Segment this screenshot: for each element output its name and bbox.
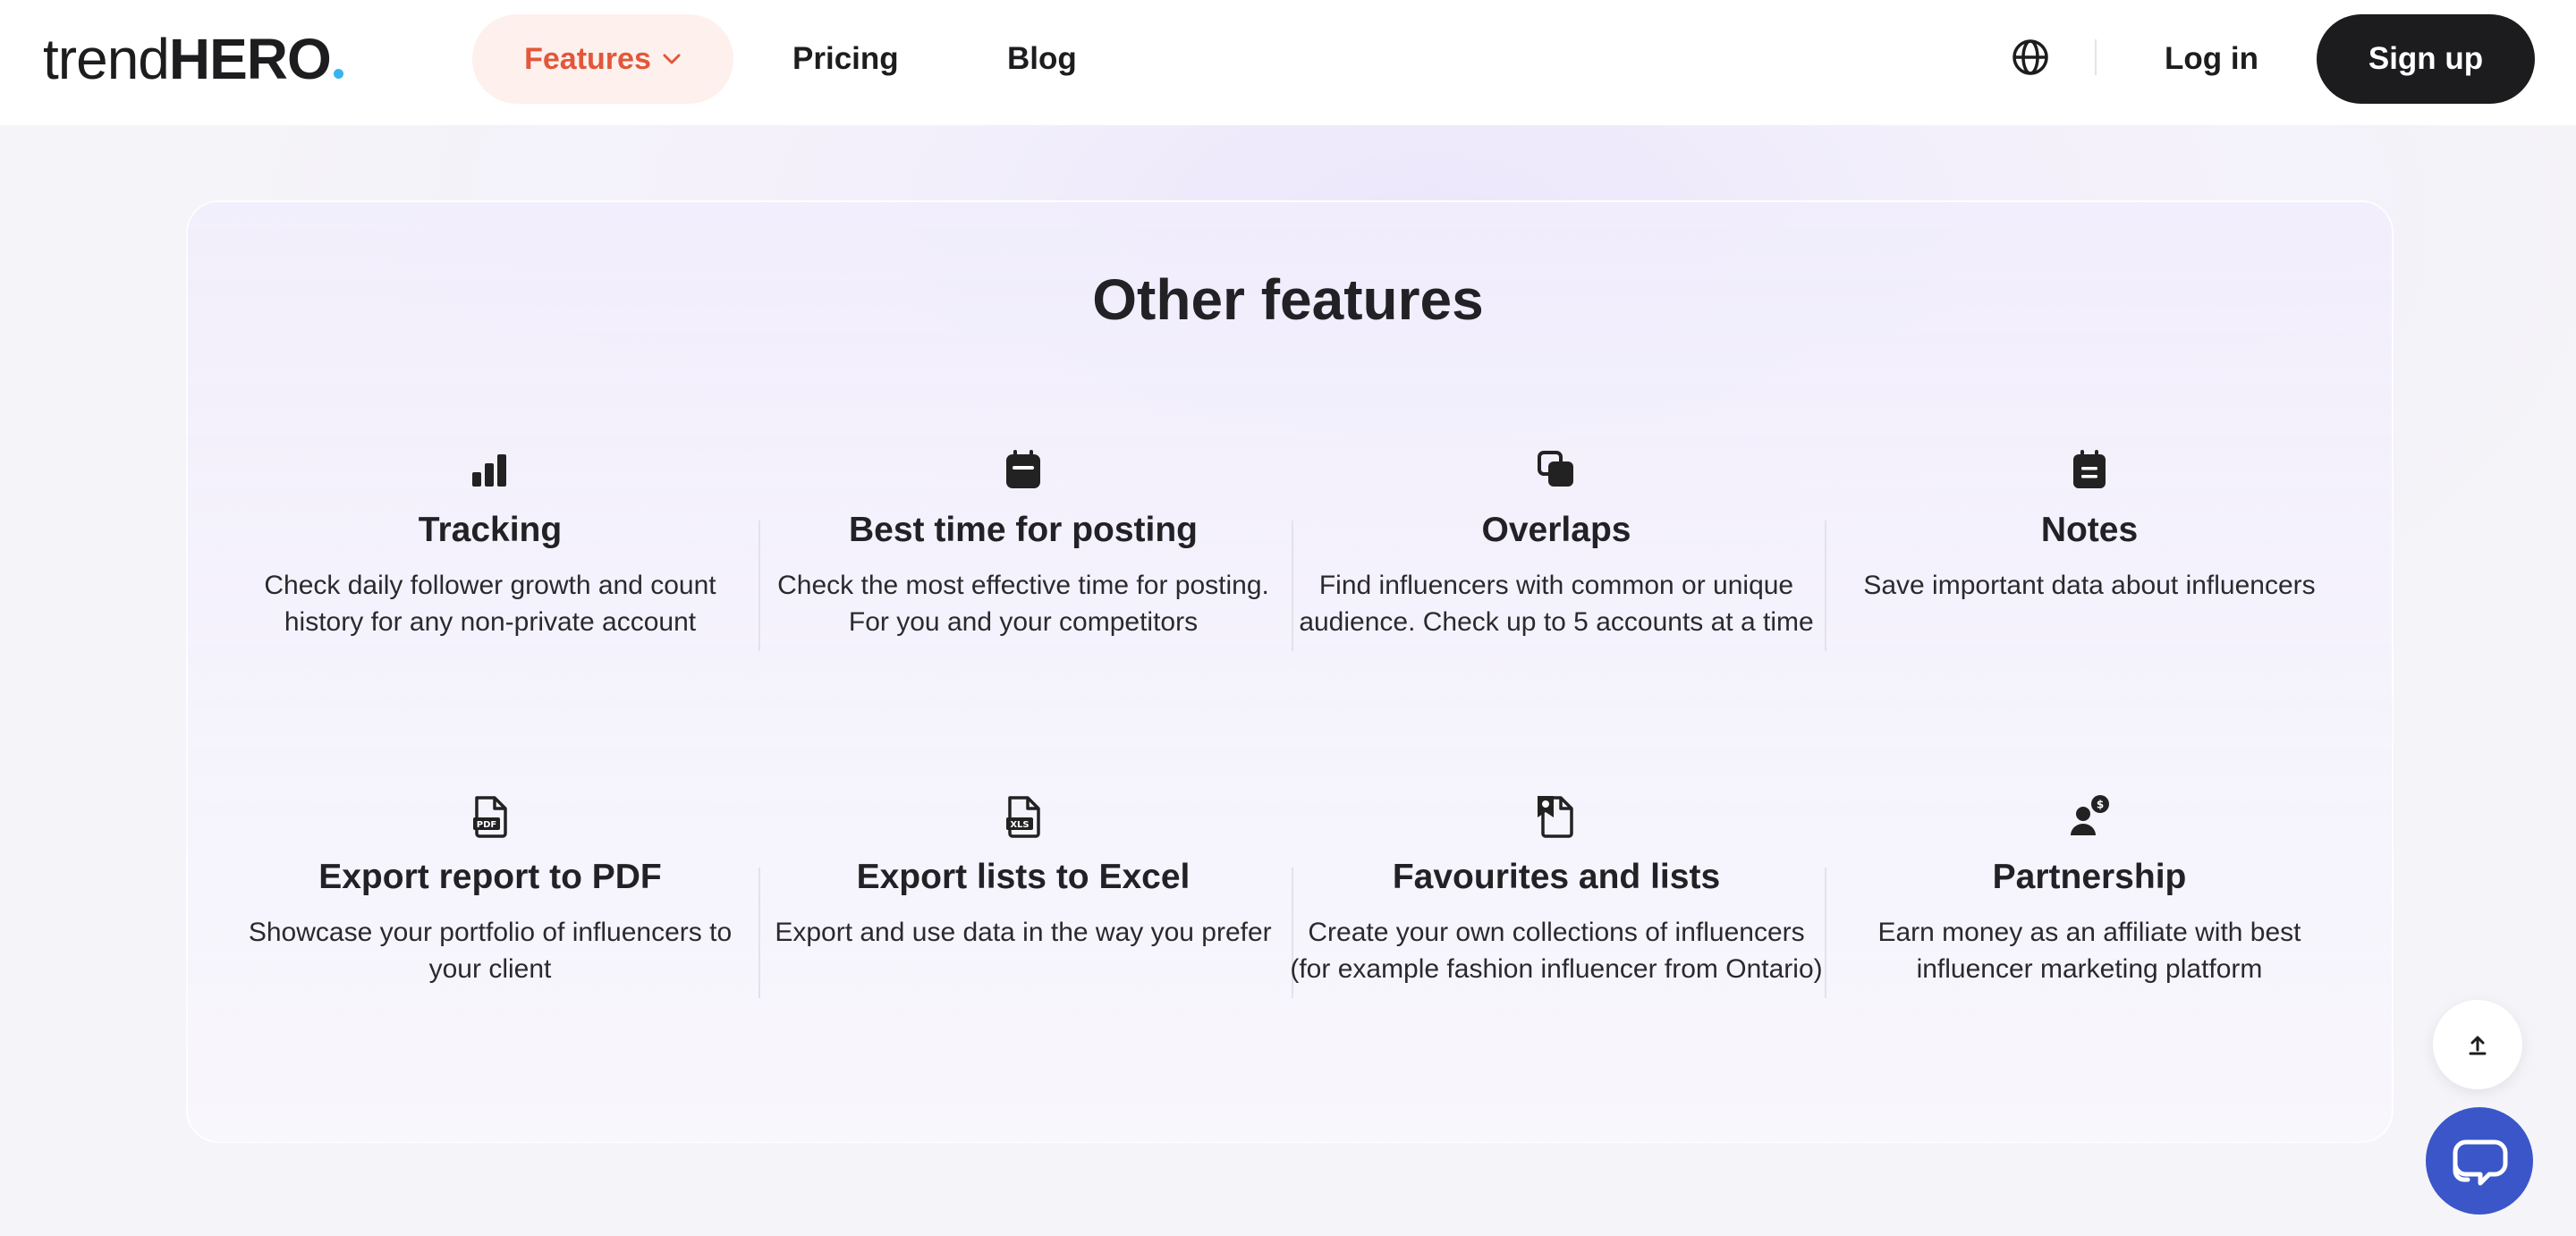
- login-link[interactable]: Log in: [2165, 14, 2258, 104]
- calendar-icon: [1006, 450, 1040, 488]
- feature-partnership: $ Partnership Earn money as an affiliate…: [1823, 794, 2356, 987]
- section-title: Other features: [1092, 267, 1484, 332]
- feature-title: Export lists to Excel: [856, 858, 1191, 896]
- arrow-up-icon: [2469, 1036, 2487, 1055]
- logo-text-bold: HERO: [168, 27, 332, 91]
- feature-description: Export and use data in the way you prefe…: [775, 918, 1272, 947]
- feature-description: Check daily follower growth and count hi…: [264, 571, 716, 637]
- feature-title: Overlaps: [1481, 511, 1631, 549]
- nav-blog-link[interactable]: Blog: [1007, 14, 1077, 104]
- logo-text-light: trend: [43, 27, 170, 91]
- overlap-icon: [1538, 451, 1573, 487]
- other-features-card: [186, 200, 2394, 1143]
- site-header: trendHERO Features Pricing Blog Log in S…: [0, 0, 2576, 125]
- globe-icon[interactable]: [2011, 38, 2050, 77]
- feature-favourites: Favourites and lists Create your own col…: [1290, 794, 1823, 987]
- partnership-icon: $: [2071, 795, 2109, 835]
- dollar-badge-text: $: [2097, 799, 2104, 811]
- feature-notes: Notes Save important data about influenc…: [1823, 447, 2356, 604]
- feature-title: Favourites and lists: [1392, 858, 1721, 896]
- favourites-icon: [1538, 796, 1573, 838]
- feature-description: Check the most effective time for postin…: [777, 571, 1269, 637]
- feature-title: Best time for posting: [848, 511, 1199, 549]
- feature-title: Partnership: [1992, 858, 2187, 896]
- feature-description: Find influencers with common or unique a…: [1299, 571, 1814, 637]
- nav-features-dropdown[interactable]: Features: [472, 14, 733, 104]
- feature-description: Save important data about influencers: [1863, 571, 2316, 600]
- signup-button[interactable]: Sign up: [2317, 14, 2535, 104]
- xls-file-icon: XLS: [1006, 796, 1040, 838]
- feature-description: Showcase your portfolio of influencers t…: [248, 918, 733, 984]
- notes-icon: [2073, 450, 2106, 488]
- feature-description: Earn money as an affiliate with best inf…: [1877, 918, 2301, 984]
- logo-dot: [333, 69, 343, 79]
- chat-widget-button[interactable]: [2426, 1107, 2533, 1215]
- feature-title: Notes: [2040, 511, 2139, 549]
- feature-export-excel: XLS Export lists to Excel Export and use…: [757, 794, 1290, 951]
- bar-chart-icon: [472, 454, 506, 487]
- pdf-badge-text: PDF: [477, 820, 496, 830]
- nav-features-label: Features: [524, 41, 651, 76]
- scroll-to-top-button[interactable]: [2433, 1000, 2522, 1089]
- feature-export-pdf: PDF Export report to PDF Showcase your p…: [224, 794, 757, 987]
- feature-best-time: Best time for posting Check the most eff…: [757, 447, 1290, 640]
- xls-badge-text: XLS: [1010, 820, 1029, 830]
- feature-description: Create your own collections of influence…: [1290, 918, 1823, 984]
- pdf-file-icon: PDF: [473, 796, 507, 838]
- chevron-down-icon: [663, 54, 681, 64]
- chat-bubble-icon: [2453, 1139, 2508, 1186]
- nav-pricing-link[interactable]: Pricing: [792, 14, 899, 104]
- feature-title: Tracking: [418, 511, 563, 549]
- trendhero-logo[interactable]: trendHERO: [43, 30, 343, 88]
- header-divider: [2095, 39, 2097, 75]
- feature-tracking: Tracking Check daily follower growth and…: [224, 447, 757, 640]
- feature-overlaps: Overlaps Find influencers with common or…: [1290, 447, 1823, 640]
- feature-title: Export report to PDF: [318, 858, 662, 896]
